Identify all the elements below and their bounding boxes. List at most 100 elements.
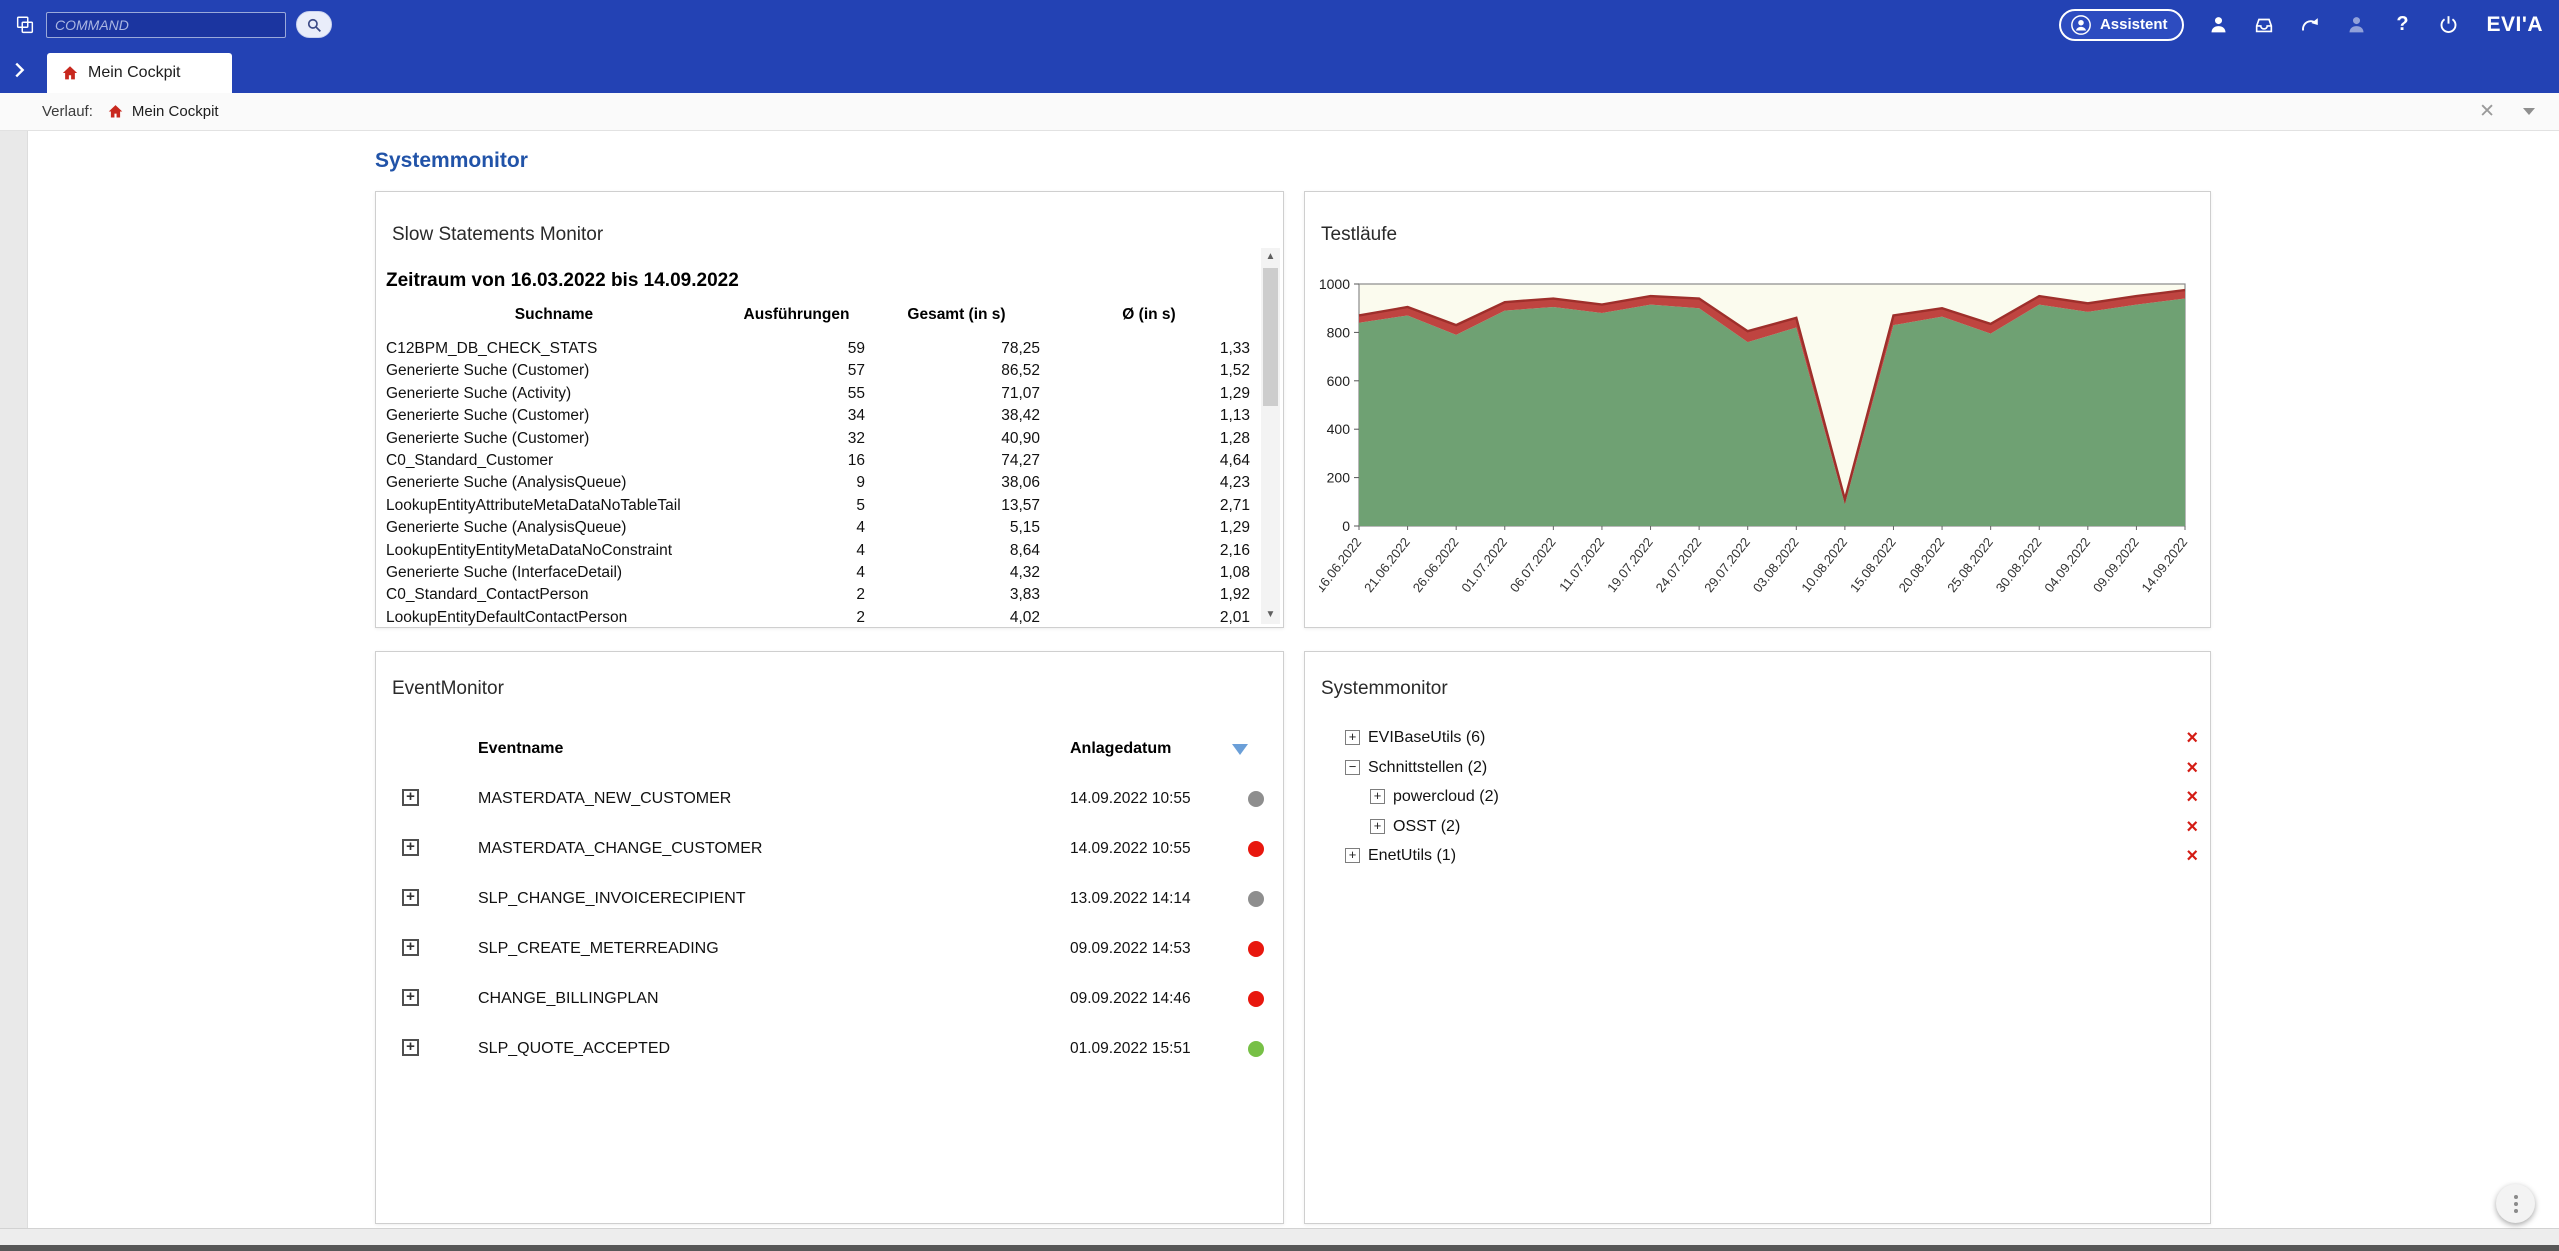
home-icon <box>107 103 124 120</box>
svg-text:800: 800 <box>1327 324 1351 340</box>
event-row[interactable]: +MASTERDATA_NEW_CUSTOMER14.09.2022 10:55 <box>376 774 1283 824</box>
table-row[interactable]: Generierte Suche (AnalysisQueue)45,151,2… <box>384 517 1251 539</box>
table-row[interactable]: Generierte Suche (AnalysisQueue)938,064,… <box>384 472 1251 494</box>
expand-icon[interactable]: + <box>402 789 419 806</box>
search-button[interactable] <box>296 11 332 38</box>
suchname-cell: Generierte Suche (Activity) <box>384 383 724 405</box>
expand-icon[interactable]: + <box>402 989 419 1006</box>
history-entry[interactable]: Mein Cockpit <box>107 103 219 120</box>
inbox-icon[interactable] <box>2252 13 2276 37</box>
table-row[interactable]: LookupEntityEntityMetaDataNoConstraint48… <box>384 540 1251 562</box>
expand-icon[interactable]: + <box>1345 730 1360 745</box>
scrollbar-thumb[interactable] <box>1263 268 1278 406</box>
tree-item[interactable]: +EVIBaseUtils (6)× <box>1305 723 2210 753</box>
suchname-cell: LookupEntityAttributeMetaDataNoTableTail <box>384 495 724 517</box>
table-row[interactable]: C0_Standard_ContactPerson23,831,92 <box>384 584 1251 606</box>
value-cell: 3,83 <box>869 584 1044 606</box>
remove-icon[interactable]: × <box>2186 756 2198 780</box>
table-row[interactable]: C12BPM_DB_CHECK_STATS5978,251,33 <box>384 338 1251 360</box>
event-row[interactable]: +SLP_QUOTE_ACCEPTED01.09.2022 15:51 <box>376 1024 1283 1074</box>
more-options-button[interactable] <box>2496 1184 2535 1223</box>
content-area: Systemmonitor Slow Statements Monitor Ze… <box>0 131 2559 1228</box>
user-icon[interactable] <box>2206 13 2230 37</box>
column-header[interactable]: Ausführungen <box>724 306 869 338</box>
table-row[interactable]: Generierte Suche (Customer)5786,521,52 <box>384 360 1251 382</box>
chevron-right-icon[interactable] <box>8 59 30 81</box>
page-title: Systemmonitor <box>375 149 528 173</box>
table-row[interactable]: C0_Standard_Customer1674,274,64 <box>384 450 1251 472</box>
panel-title: Testläufe <box>1321 224 1397 246</box>
history-entry-label: Mein Cockpit <box>132 103 219 120</box>
value-cell: 5,15 <box>869 517 1044 539</box>
expand-icon[interactable]: + <box>402 839 419 856</box>
value-cell: 4,02 <box>869 607 1044 629</box>
scroll-down-icon[interactable]: ▼ <box>1261 606 1280 624</box>
remove-icon[interactable]: × <box>2186 726 2198 750</box>
tree-item[interactable]: + EnetUtils (1) × <box>1305 841 2210 871</box>
table-row[interactable]: LookupEntityAttributeMetaDataNoTableTail… <box>384 495 1251 517</box>
event-row[interactable]: +SLP_CREATE_METERREADING09.09.2022 14:53 <box>376 924 1283 974</box>
event-row[interactable]: +SLP_CHANGE_INVOICERECIPIENT13.09.2022 1… <box>376 874 1283 924</box>
svg-text:04.09.2022: 04.09.2022 <box>2041 535 2093 596</box>
svg-text:11.07.2022: 11.07.2022 <box>1556 535 1607 595</box>
app-grid-icon[interactable] <box>14 13 38 37</box>
event-table-header: Eventname Anlagedatum <box>376 740 1283 762</box>
status-icon <box>1248 791 1264 807</box>
expand-icon[interactable]: + <box>1370 789 1385 804</box>
vertical-scrollbar[interactable]: ▲ ▼ <box>1261 248 1280 624</box>
table-row[interactable]: LookupEntityDefaultContactPerson24,022,0… <box>384 607 1251 629</box>
table-body: C12BPM_DB_CHECK_STATS5978,251,33Generier… <box>384 338 1251 629</box>
tree-item[interactable]: −Schnittstellen (2)× <box>1305 753 2210 783</box>
remove-icon[interactable]: × <box>2186 785 2198 809</box>
value-cell: 86,52 <box>869 360 1044 382</box>
expand-icon[interactable]: + <box>402 1039 419 1056</box>
svg-text:1000: 1000 <box>1319 276 1350 292</box>
event-date: 09.09.2022 14:46 <box>1070 974 1191 1024</box>
expand-icon[interactable]: + <box>402 939 419 956</box>
column-header[interactable]: Gesamt (in s) <box>869 306 1044 338</box>
tree-item[interactable]: +OSST (2)× <box>1305 812 2210 842</box>
event-date: 14.09.2022 10:55 <box>1070 824 1191 874</box>
panel-title: Slow Statements Monitor <box>392 224 603 246</box>
command-input[interactable] <box>46 12 286 38</box>
system-monitor-panel: Systemmonitor +EVIBaseUtils (6)×−Schnitt… <box>1304 651 2211 1224</box>
scroll-up-icon[interactable]: ▲ <box>1261 248 1280 266</box>
column-header[interactable]: Ø (in s) <box>1044 306 1254 338</box>
user-secondary-icon[interactable] <box>2344 13 2368 37</box>
expand-icon[interactable]: + <box>1370 819 1385 834</box>
expand-icon[interactable]: + <box>402 889 419 906</box>
tree-item[interactable]: +powercloud (2)× <box>1305 782 2210 812</box>
event-row[interactable]: +MASTERDATA_CHANGE_CUSTOMER14.09.2022 10… <box>376 824 1283 874</box>
table-row[interactable]: Generierte Suche (Customer)3240,901,28 <box>384 428 1251 450</box>
event-row[interactable]: +CHANGE_BILLINGPLAN09.09.2022 14:46 <box>376 974 1283 1024</box>
svg-text:20.08.2022: 20.08.2022 <box>1896 535 1948 596</box>
assistant-button[interactable]: Assistent <box>2059 9 2185 41</box>
expand-icon[interactable]: + <box>1345 848 1360 863</box>
table-row[interactable]: Generierte Suche (Activity)5571,071,29 <box>384 383 1251 405</box>
tab-mein-cockpit[interactable]: Mein Cockpit <box>47 53 232 93</box>
sort-desc-icon[interactable] <box>1232 744 1248 755</box>
value-cell: 1,33 <box>1044 338 1254 360</box>
horizontal-scrollbar[interactable] <box>0 1228 2559 1251</box>
column-header-eventname[interactable]: Eventname <box>478 740 563 758</box>
status-icon <box>1248 941 1264 957</box>
chevron-down-icon[interactable] <box>2523 108 2535 115</box>
column-header-anlagedatum[interactable]: Anlagedatum <box>1070 740 1171 758</box>
table-row[interactable]: Generierte Suche (InterfaceDetail)44,321… <box>384 562 1251 584</box>
slow-statements-table: SuchnameAusführungenGesamt (in s)Ø (in s… <box>384 306 1251 629</box>
close-icon[interactable]: ✕ <box>2479 102 2495 121</box>
column-header[interactable]: Suchname <box>384 306 724 338</box>
collapse-icon[interactable]: − <box>1345 760 1360 775</box>
power-icon[interactable] <box>2436 13 2460 37</box>
event-monitor-panel: EventMonitor Eventname Anlagedatum +MAST… <box>375 651 1284 1224</box>
remove-icon[interactable]: × <box>2186 844 2198 868</box>
value-cell: 32 <box>724 428 869 450</box>
redo-icon[interactable] <box>2298 13 2322 37</box>
remove-icon[interactable]: × <box>2186 815 2198 839</box>
help-icon[interactable]: ? <box>2390 13 2414 37</box>
table-row[interactable]: Generierte Suche (Customer)3438,421,13 <box>384 405 1251 427</box>
value-cell: 13,57 <box>869 495 1044 517</box>
value-cell: 34 <box>724 405 869 427</box>
tree-item-label: EnetUtils (1) <box>1368 841 1456 871</box>
system-monitor-tree: +EVIBaseUtils (6)×−Schnittstellen (2)×+p… <box>1305 723 2210 871</box>
